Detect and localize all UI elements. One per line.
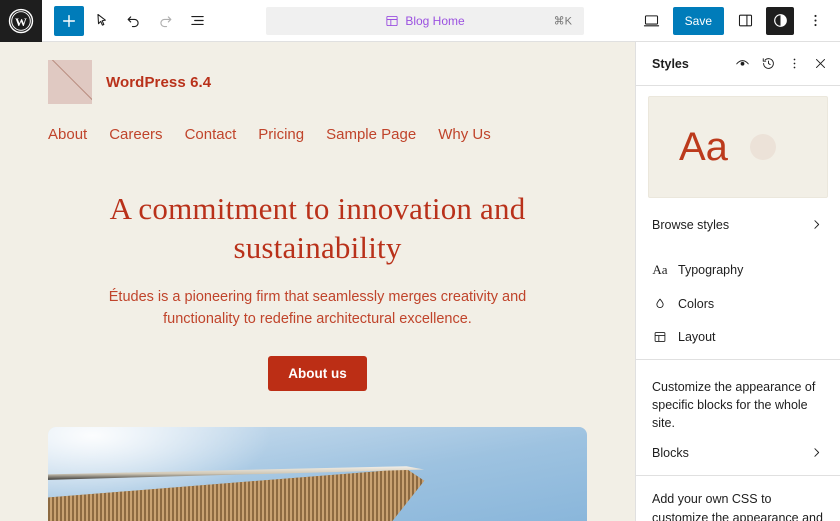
- site-logo-placeholder-icon[interactable]: [48, 60, 92, 104]
- command-bar-shortcut: ⌘K: [554, 15, 572, 28]
- redo-button[interactable]: [150, 6, 180, 36]
- nav-item-pricing[interactable]: Pricing: [258, 126, 304, 143]
- styles-menu-item-typography[interactable]: Aa Typography: [636, 253, 840, 287]
- save-button[interactable]: Save: [673, 7, 724, 35]
- chevron-right-icon: [808, 218, 824, 231]
- nav-item-sample-page[interactable]: Sample Page: [326, 126, 416, 143]
- template-icon: [385, 14, 399, 28]
- style-preview-color-swatch: [750, 134, 776, 160]
- cursor-icon: [93, 12, 110, 29]
- styles-more-button[interactable]: [782, 52, 806, 76]
- sidebar-panel-icon: [737, 12, 754, 29]
- hero-image[interactable]: [48, 427, 587, 521]
- hero-section: A commitment to innovation and sustainab…: [0, 143, 635, 391]
- styles-sidebar-content: Aa Browse styles Aa: [636, 86, 840, 521]
- list-view-icon: [189, 12, 206, 29]
- settings-sidebar-button[interactable]: [730, 6, 760, 36]
- typography-label: Typography: [678, 263, 743, 277]
- styles-menu-item-colors[interactable]: Colors: [636, 287, 840, 320]
- more-options-button[interactable]: [800, 6, 830, 36]
- more-options-icon: [787, 56, 802, 71]
- redo-icon: [157, 12, 174, 29]
- close-icon: [813, 56, 828, 71]
- eye-icon: [735, 56, 750, 71]
- site-navigation: About Careers Contact Pricing Sample Pag…: [48, 104, 587, 143]
- desktop-icon: [643, 12, 660, 29]
- hero-about-us-button[interactable]: About us: [268, 356, 367, 391]
- styles-button[interactable]: [766, 7, 794, 35]
- nav-item-contact[interactable]: Contact: [185, 126, 237, 143]
- colors-label: Colors: [678, 297, 714, 311]
- site-header: WordPress 6.4 About Careers Contact Pric…: [0, 42, 635, 143]
- browse-styles-section: Browse styles: [636, 198, 840, 247]
- blocks-label: Blocks: [652, 446, 689, 460]
- editor-top-bar: W: [0, 0, 840, 42]
- layout-icon: [652, 330, 668, 344]
- styles-sidebar-header: Styles: [636, 42, 840, 86]
- nav-item-careers[interactable]: Careers: [109, 126, 162, 143]
- tools-button[interactable]: [86, 6, 116, 36]
- browse-styles-label: Browse styles: [652, 218, 729, 232]
- command-bar-content: Blog Home: [385, 14, 464, 28]
- revisions-button[interactable]: [756, 52, 780, 76]
- editor-actions-group: Save: [637, 6, 840, 36]
- site-preview-canvas[interactable]: WordPress 6.4 About Careers Contact Pric…: [0, 42, 636, 521]
- nav-item-about[interactable]: About: [48, 126, 87, 143]
- browse-styles-row[interactable]: Browse styles: [636, 208, 840, 241]
- command-bar-label: Blog Home: [405, 14, 464, 28]
- styles-header-actions: [730, 52, 832, 76]
- blocks-description: Customize the appearance of specific blo…: [636, 366, 840, 436]
- add-block-button[interactable]: [54, 6, 84, 36]
- nav-item-why-us[interactable]: Why Us: [438, 126, 491, 143]
- styles-sidebar: Styles: [636, 42, 840, 521]
- color-drop-icon: [652, 297, 668, 311]
- styles-contrast-icon: [772, 12, 789, 29]
- view-device-button[interactable]: [637, 6, 667, 36]
- editor-tools-group: [42, 6, 212, 36]
- command-bar[interactable]: Blog Home ⌘K: [266, 7, 584, 35]
- chevron-right-icon: [808, 446, 824, 459]
- style-preview-sample-text: Aa: [679, 127, 728, 167]
- plus-icon: [61, 13, 77, 29]
- blocks-row[interactable]: Blocks: [636, 436, 840, 469]
- undo-button[interactable]: [118, 6, 148, 36]
- typography-aa-icon: Aa: [652, 262, 668, 278]
- blocks-section: Customize the appearance of specific blo…: [636, 360, 840, 476]
- hero-subtitle[interactable]: Études is a pioneering firm that seamles…: [98, 287, 538, 330]
- styles-menu-item-layout[interactable]: Layout: [636, 320, 840, 353]
- history-clock-icon: [761, 56, 776, 71]
- hero-heading[interactable]: A commitment to innovation and sustainab…: [50, 189, 585, 267]
- styles-panel-title: Styles: [652, 57, 689, 71]
- close-styles-button[interactable]: [808, 52, 832, 76]
- site-title[interactable]: WordPress 6.4: [106, 74, 211, 91]
- style-book-button[interactable]: [730, 52, 754, 76]
- editor-body: WordPress 6.4 About Careers Contact Pric…: [0, 42, 840, 521]
- list-view-button[interactable]: [182, 6, 212, 36]
- custom-css-section: Add your own CSS to customize the appear…: [636, 476, 840, 521]
- more-options-icon: [807, 12, 824, 29]
- svg-text:W: W: [15, 14, 27, 28]
- site-branding[interactable]: WordPress 6.4: [48, 60, 587, 104]
- style-preview-card[interactable]: Aa: [648, 96, 828, 198]
- custom-css-description: Add your own CSS to customize the appear…: [636, 476, 840, 521]
- layout-label: Layout: [678, 330, 716, 344]
- site-editor-window: W: [0, 0, 840, 521]
- undo-icon: [125, 12, 142, 29]
- wordpress-logo-icon[interactable]: W: [0, 0, 42, 42]
- style-categories-section: Aa Typography Colors: [636, 247, 840, 360]
